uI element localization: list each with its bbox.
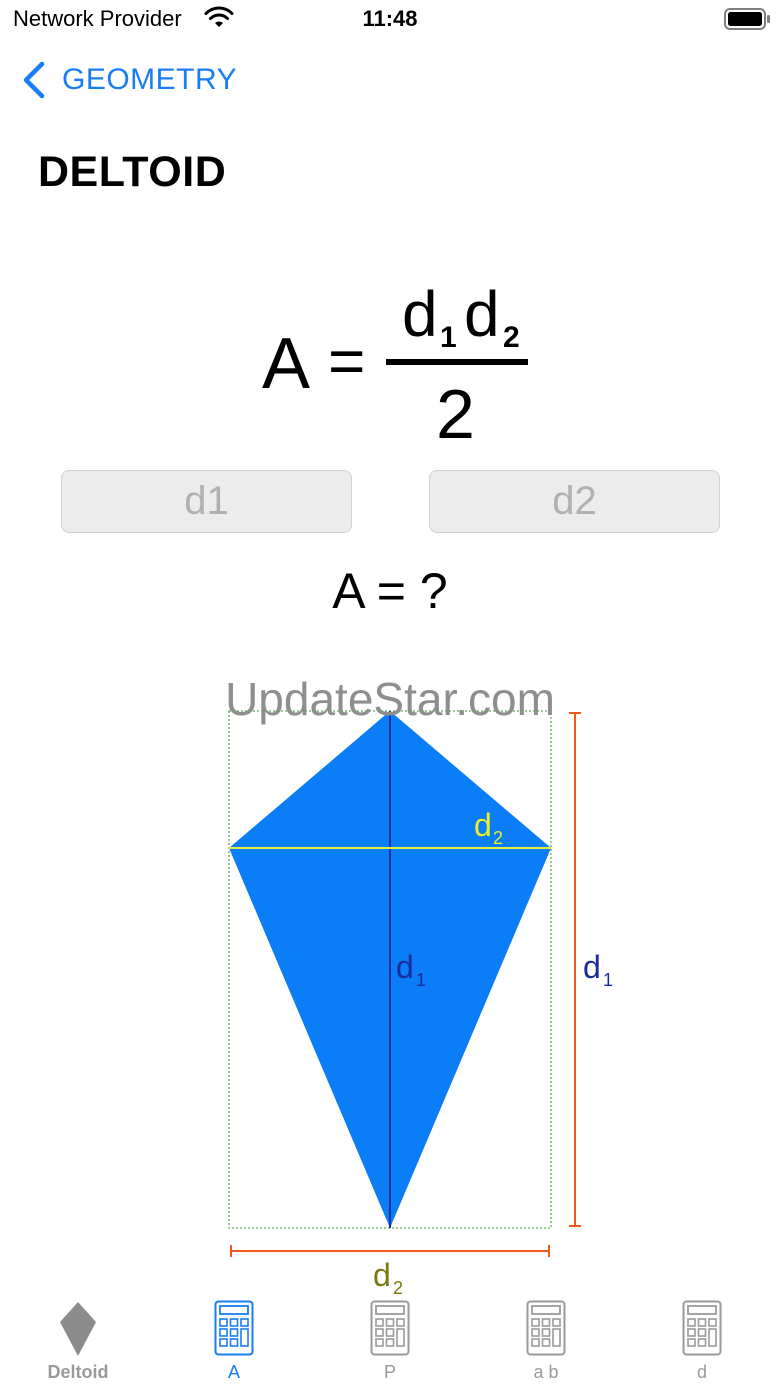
page-title: DELTOID [38,148,227,196]
d2-input[interactable] [429,470,720,533]
formula-denominator: 2 [436,375,475,453]
fraction-bar [386,359,528,365]
result-text: A = ? [332,563,448,619]
label-d1-outer-sub: 1 [603,970,613,990]
back-button[interactable]: GEOMETRY [20,58,237,102]
clock: 11:48 [362,6,418,31]
label-d2-outer-sub: 2 [393,1278,403,1298]
tab-bar: Deltoid A P a b d [0,1296,780,1387]
formula-numerator-d2: d [464,278,500,350]
tab-label: P [383,1362,396,1382]
tab-label: d [696,1362,707,1382]
deltoid-diagram: d 2 d 1 d 1 d 2 [228,710,613,1298]
label-d1-inner: d [396,949,414,985]
calculator-icon [682,1300,722,1356]
formula-numerator-d1-sub: 1 [440,321,457,354]
formula-lhs: A [262,324,310,404]
label-d1-inner-sub: 1 [416,970,426,990]
watermark: UpdateStar.com [225,673,555,725]
calculator-icon [214,1300,254,1356]
tab-perimeter[interactable]: P [312,1296,468,1387]
formula-numerator-d1: d [402,278,438,350]
label-d2-inner-sub: 2 [493,828,503,848]
tab-diagonal[interactable]: d [624,1296,780,1387]
back-button-label: GEOMETRY [62,63,238,96]
label-d2-outer: d [373,1257,391,1293]
calculator-icon [370,1300,410,1356]
chevron-left-icon [23,61,45,99]
battery-icon [724,8,770,30]
formula-numerator-d2-sub: 2 [503,321,520,354]
tab-label: a b [533,1362,559,1382]
formula-equals: = [328,325,365,397]
tab-label: Deltoid [47,1362,109,1382]
area-formula: A = d 1 d 2 2 [262,278,528,453]
tab-sides[interactable]: a b [468,1296,624,1387]
tab-label: A [227,1362,240,1382]
status-bar: Network Provider 11:48 [0,0,780,40]
tab-deltoid[interactable]: Deltoid [0,1296,156,1387]
tab-area[interactable]: A [156,1296,312,1387]
deltoid-icon [60,1302,96,1356]
calculator-icon [526,1300,566,1356]
label-d1-outer: d [583,949,601,985]
d1-input[interactable] [61,470,352,533]
label-d2-inner: d [474,807,492,843]
